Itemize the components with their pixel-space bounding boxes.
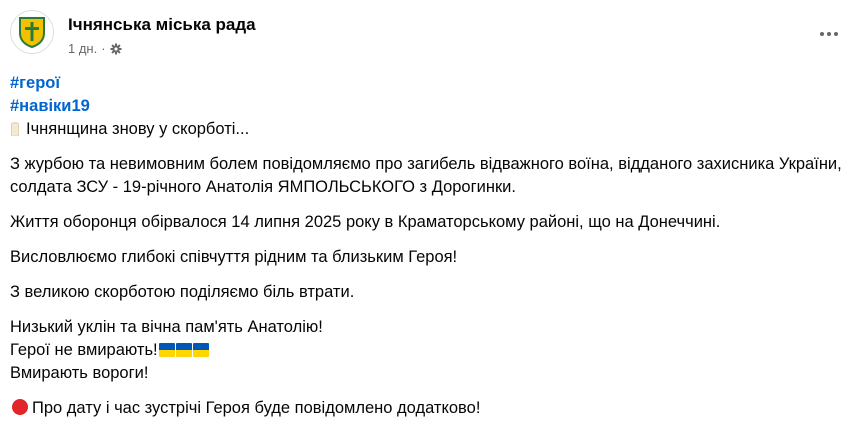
post-meta: 1 дн. · (68, 41, 122, 56)
post-header: Ічнянська міська рада 1 дн. · (10, 10, 845, 62)
closing-line-3: Вмирають вороги! (10, 364, 149, 382)
hashtag-heroes[interactable]: #герої (10, 72, 845, 95)
more-options-button[interactable] (813, 22, 845, 46)
red-circle-icon (12, 399, 28, 415)
hashtag-forever19[interactable]: #навіки19 (10, 95, 845, 118)
candle-icon (11, 122, 19, 136)
closing-line-1: Низький уклін та вічна пам'ять Анатолію! (10, 318, 323, 336)
page-name-link[interactable]: Ічнянська міська рада (68, 15, 256, 35)
meta-separator: · (101, 41, 106, 56)
closing-block: Низький уклін та вічна пам'ять Анатолію!… (10, 316, 845, 385)
ellipsis-icon (820, 32, 824, 36)
final-note-text: Про дату і час зустрічі Героя буде повід… (32, 399, 481, 417)
coat-of-arms-icon (19, 17, 45, 49)
closing-line-2-wrap: Герої не вмирають! (10, 339, 845, 362)
intro-line: Ічнянщина знову у скорботі... (10, 118, 845, 141)
paragraph-1: З журбою та невимовним болем повідомляєм… (10, 155, 842, 196)
closing-line-2: Герої не вмирають! (10, 341, 158, 359)
facebook-post: Ічнянська міська рада 1 дн. · #герої #на… (0, 0, 861, 440)
post-timestamp[interactable]: 1 дн. (68, 41, 97, 56)
final-note: Про дату і час зустрічі Героя буде повід… (10, 397, 845, 420)
page-avatar[interactable] (10, 10, 54, 54)
gear-icon[interactable] (110, 43, 122, 55)
paragraph-3: Висловлюємо глибокі співчуття рідним та … (10, 248, 458, 266)
paragraph-4: З великою скорботою поділяємо біль втрат… (10, 283, 355, 301)
ukraine-flag-icon (158, 343, 175, 357)
paragraph-2: Життя оборонця обірвалося 14 липня 2025 … (10, 213, 721, 231)
post-content: #герої #навіки19 Ічнянщина знову у скорб… (10, 72, 845, 432)
ukraine-flag-icon (175, 343, 192, 357)
ukraine-flag-icon (192, 343, 209, 357)
intro-text: Ічнянщина знову у скорботі... (26, 120, 250, 138)
